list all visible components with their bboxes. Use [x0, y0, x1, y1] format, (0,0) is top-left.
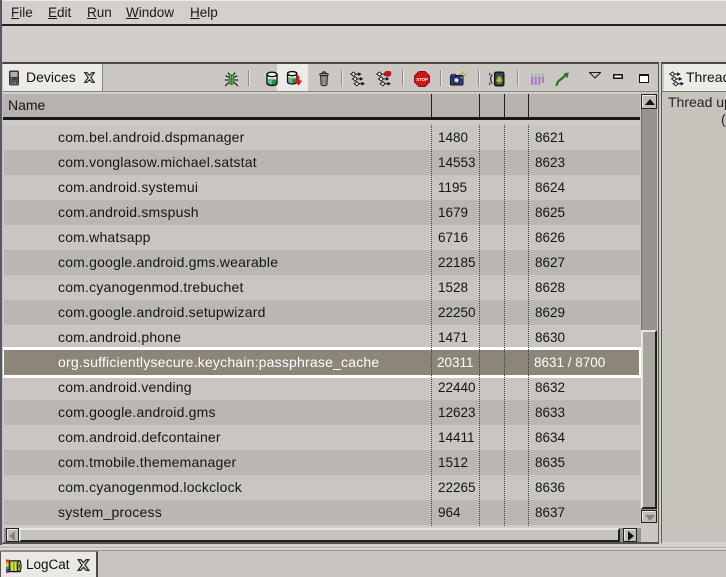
svg-text:STOP: STOP: [416, 77, 428, 82]
